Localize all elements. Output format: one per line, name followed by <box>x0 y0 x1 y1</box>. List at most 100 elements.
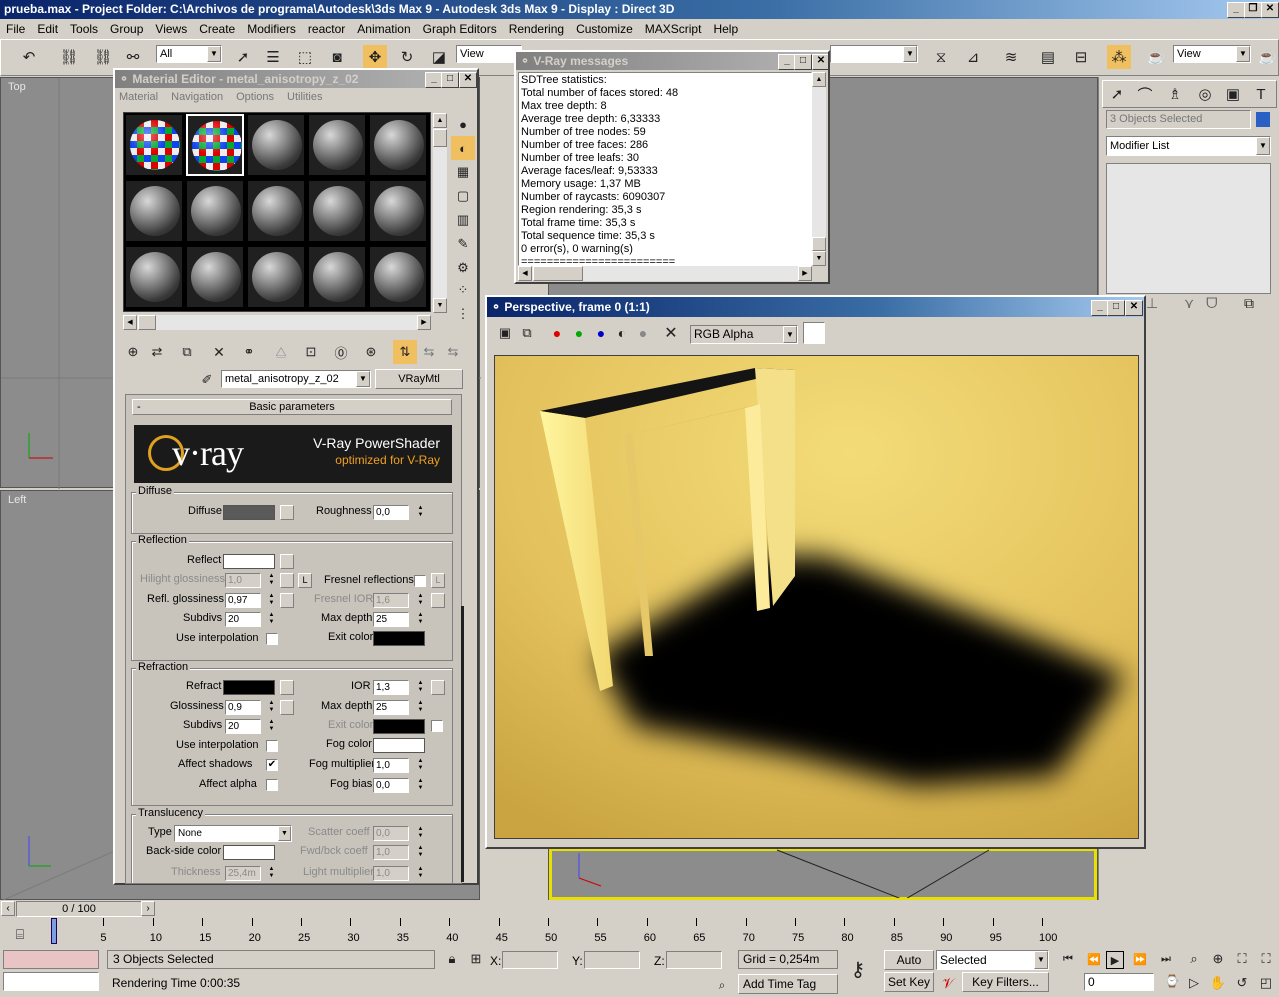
refl-glossiness-spinner[interactable]: 0,97 <box>225 593 261 608</box>
fog-bias-spinner[interactable]: 0,0 <box>373 778 409 793</box>
slots-vscrollbar[interactable]: ▲ ▼ <box>433 113 447 313</box>
scroll-thumb[interactable] <box>812 237 826 251</box>
spinner-arrows-icon[interactable]: ▲ ▼ <box>416 593 425 608</box>
sample-slot[interactable] <box>125 180 183 242</box>
spinner-arrows-icon[interactable]: ▲ ▼ <box>416 758 425 773</box>
slots-hscrollbar[interactable]: ◀ ▶ <box>123 315 431 330</box>
scroll-down-icon[interactable]: ▼ <box>433 298 447 313</box>
refract-color-swatch[interactable] <box>223 680 275 695</box>
refract-map-button[interactable] <box>280 680 294 695</box>
ior-spinner[interactable]: 1,3 <box>373 680 409 695</box>
zoom-extents-icon[interactable]: ⛶ <box>1230 947 1254 971</box>
spinner-arrows-icon[interactable]: ▲ ▼ <box>267 866 276 881</box>
play-icon[interactable]: ▶ <box>1106 951 1124 969</box>
material-navigator-icon[interactable]: ⋮ <box>451 302 475 326</box>
video-color-check-icon[interactable]: ▥ <box>451 208 475 232</box>
key-filters-button[interactable]: Key Filters... <box>962 972 1049 992</box>
put-to-library-icon[interactable]: ⧋ <box>269 340 293 364</box>
scale-icon[interactable]: ◪ <box>427 45 451 69</box>
diffuse-color-swatch[interactable] <box>223 505 275 520</box>
go-forward-sibling-icon[interactable]: ⇆ <box>417 340 441 364</box>
next-frame-icon[interactable]: ⏩ <box>1128 947 1152 971</box>
current-frame-field[interactable]: 0 <box>1084 973 1154 991</box>
sample-slot[interactable] <box>247 114 305 176</box>
spinner-arrows-icon[interactable]: ▲ ▼ <box>267 719 276 734</box>
spinner-arrows-icon[interactable]: ▲ ▼ <box>416 866 425 881</box>
spinner-arrows-icon[interactable]: ▲ ▼ <box>267 612 276 627</box>
backlight-icon[interactable]: ◐ <box>451 136 475 160</box>
show-end-result-icon[interactable]: ⊛ <box>359 340 383 364</box>
rollout-scrollbar[interactable] <box>461 606 464 882</box>
material-name-dropdown[interactable]: metal_anisotropy_z_02 ▼ <box>221 370 371 388</box>
show-end-result-icon[interactable]: ⋎ <box>1184 295 1194 312</box>
put-to-scene-icon[interactable]: ⇄ <box>145 340 169 364</box>
maximize-button[interactable]: □ <box>794 54 812 70</box>
sample-slot[interactable] <box>125 246 183 308</box>
sample-slot[interactable] <box>308 114 366 176</box>
render-type-dropdown[interactable]: View ▼ <box>1173 45 1251 63</box>
go-to-start-icon[interactable]: ⏮ <box>1056 947 1080 971</box>
menu-item-reactor[interactable]: reactor <box>302 19 351 39</box>
fog-color-swatch[interactable] <box>373 738 425 753</box>
modify-tab-icon[interactable]: ⌒ <box>1133 82 1157 106</box>
green-channel-icon[interactable]: ● <box>567 321 591 345</box>
select-by-material-icon[interactable]: ⁘ <box>451 278 475 302</box>
menu-item-edit[interactable]: Edit <box>31 19 64 39</box>
make-preview-icon[interactable]: ✎ <box>451 232 475 256</box>
refract-max-depth-spinner[interactable]: 25 <box>373 700 409 715</box>
y-coord-field[interactable] <box>584 951 640 969</box>
select-by-name-icon[interactable]: ☰ <box>261 45 285 69</box>
scroll-right-icon[interactable]: ▶ <box>798 266 812 281</box>
menu-item-customize[interactable]: Customize <box>570 19 639 39</box>
fog-multiplier-spinner[interactable]: 1,0 <box>373 758 409 773</box>
spinner-arrows-icon[interactable]: ▲ ▼ <box>267 700 276 715</box>
sample-slot[interactable] <box>125 114 183 176</box>
set-key-button[interactable]: Set Key <box>884 972 934 992</box>
go-to-parent-icon[interactable]: ⇅ <box>393 340 417 364</box>
reflect-color-swatch[interactable] <box>223 554 275 569</box>
assign-to-selection-icon[interactable]: ⧉ <box>175 340 199 364</box>
arc-rotate-icon[interactable]: ↺ <box>1230 971 1254 995</box>
curve-editor-icon[interactable]: ▤ <box>1036 45 1060 69</box>
rotate-icon[interactable]: ↻ <box>395 45 419 69</box>
menu-item-rendering[interactable]: Rendering <box>503 19 570 39</box>
rect-selection-icon[interactable]: ⬚ <box>293 45 317 69</box>
material-editor-icon[interactable]: ⁂ <box>1107 45 1131 69</box>
material-id-icon[interactable]: ⊡ <box>299 340 323 364</box>
ref-coord-dropdown[interactable]: View <box>456 45 522 63</box>
me-menu-navigation[interactable]: Navigation <box>171 91 223 103</box>
object-name-field[interactable]: 3 Objects Selected <box>1106 110 1251 129</box>
fresnel-ior-map-button[interactable] <box>431 593 445 608</box>
maxscript-listener-pink[interactable] <box>3 950 99 969</box>
hilight-lock-button[interactable]: L <box>298 573 312 588</box>
minimize-button[interactable]: _ <box>1227 2 1245 18</box>
scroll-up-icon[interactable]: ▲ <box>433 113 447 128</box>
show-map-icon[interactable]: ⓪ <box>329 340 353 364</box>
key-icon[interactable]: ⚷ <box>846 957 870 981</box>
quick-render-icon[interactable]: ☕ <box>1255 45 1279 69</box>
maxscript-listener-white[interactable] <box>3 972 99 991</box>
display-tab-icon[interactable]: ▣ <box>1221 82 1245 106</box>
ior-map-button[interactable] <box>431 680 445 695</box>
object-color-swatch[interactable] <box>1256 112 1270 127</box>
log-hscrollbar[interactable]: ◀ ▶ <box>518 266 812 281</box>
make-unique-icon[interactable]: ⚭ <box>237 340 261 364</box>
background-icon[interactable]: ▦ <box>451 160 475 184</box>
scroll-thumb-h[interactable] <box>138 315 156 330</box>
modifier-stack[interactable] <box>1106 163 1271 294</box>
sample-slot[interactable] <box>186 180 244 242</box>
fwd-bck-coeff-spinner[interactable]: 1,0 <box>373 845 409 860</box>
reflect-max-depth-spinner[interactable]: 25 <box>373 612 409 627</box>
scatter-coeff-spinner[interactable]: 0,0 <box>373 826 409 841</box>
material-type-button[interactable]: VRayMtl <box>375 369 463 389</box>
channel-dropdown[interactable]: RGB Alpha ▼ <box>690 325 798 344</box>
time-config-icon[interactable]: ⌚ <box>1160 969 1184 993</box>
scroll-up-icon[interactable]: ▲ <box>812 72 826 87</box>
reflect-subdivs-spinner[interactable]: 20 <box>225 612 261 627</box>
clone-window-icon[interactable]: ⧉ <box>515 321 539 345</box>
pin-stack-icon[interactable]: ⊥ <box>1146 295 1158 312</box>
make-unique-icon[interactable]: ᗜ <box>1206 295 1218 312</box>
affect-shadows-checkbox[interactable]: ✔ <box>266 759 278 771</box>
selection-filter-dropdown[interactable]: All ▼ <box>156 45 222 63</box>
spinner-arrows-icon[interactable]: ▲ ▼ <box>416 845 425 860</box>
